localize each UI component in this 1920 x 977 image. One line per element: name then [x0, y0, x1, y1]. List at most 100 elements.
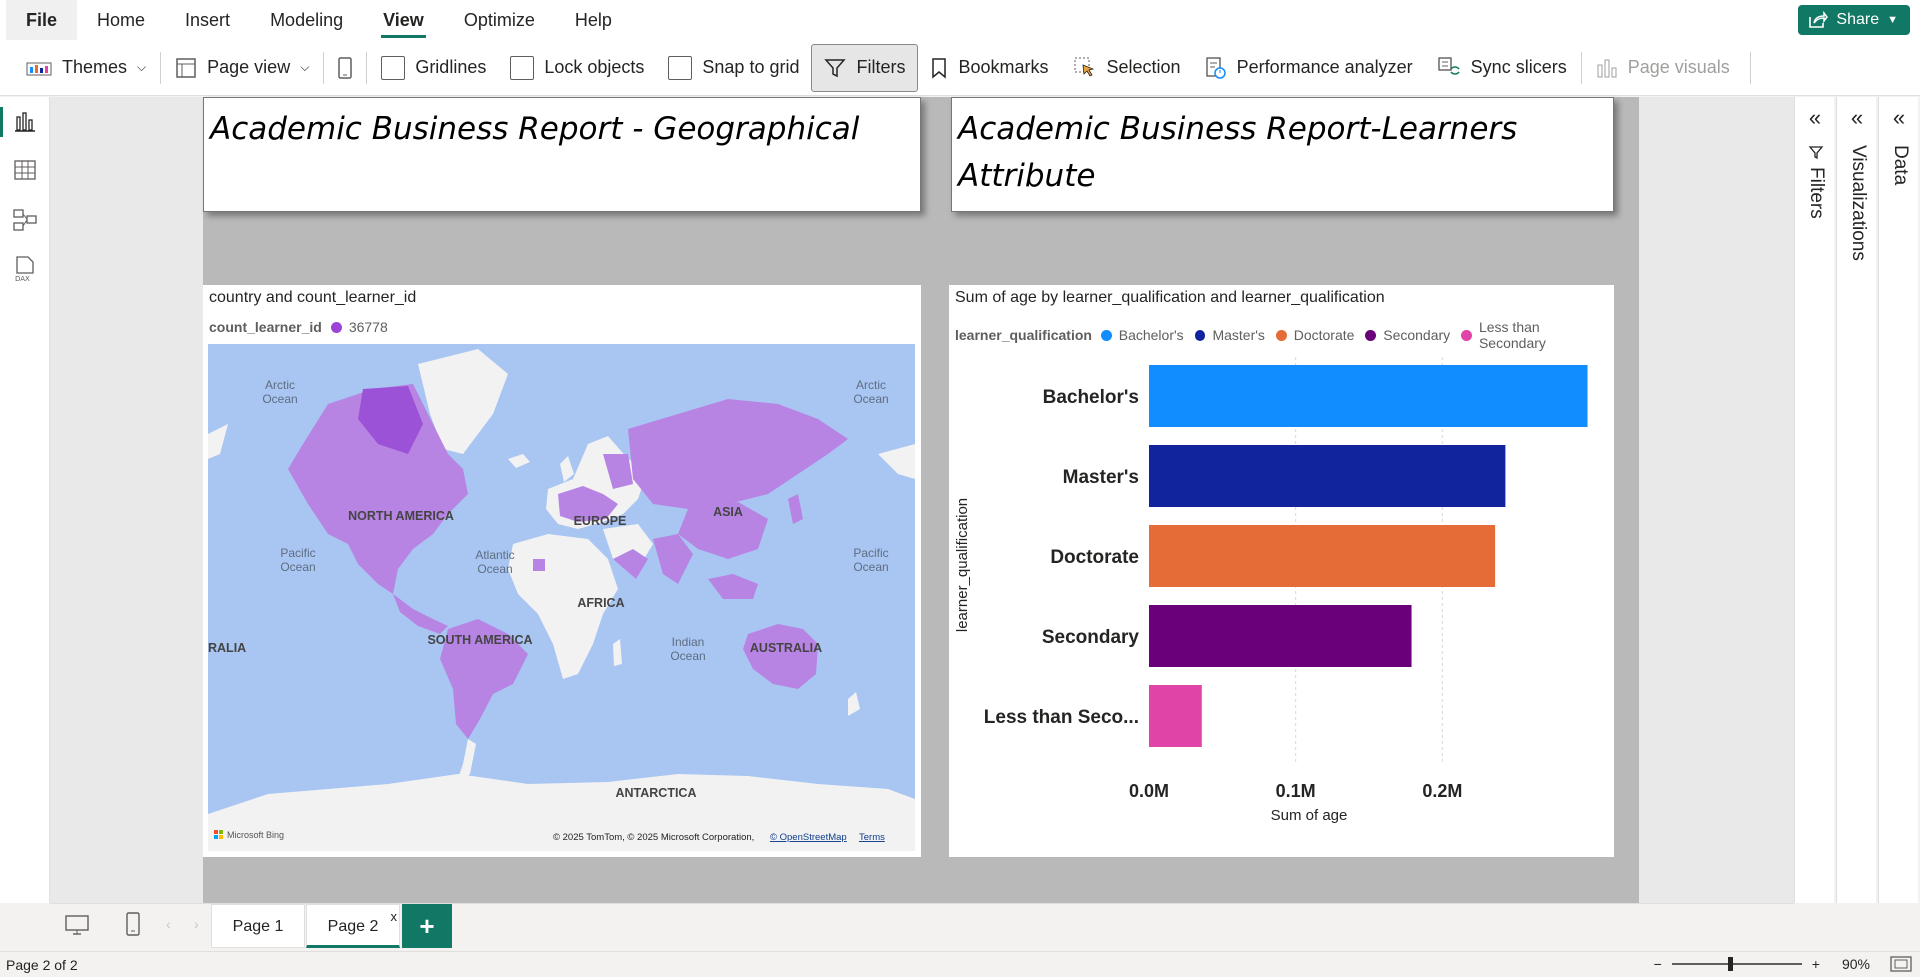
- share-button[interactable]: Share ▼: [1798, 5, 1910, 35]
- indian-ocean-label-l2: Ocean: [670, 649, 705, 663]
- themes-button[interactable]: Themes ⌵: [14, 44, 158, 92]
- close-tab-icon[interactable]: x: [391, 895, 398, 939]
- bar-master-s[interactable]: [1149, 445, 1506, 507]
- gridlines-checkbox[interactable]: [381, 55, 406, 80]
- y-tick-label: Master's: [1063, 467, 1139, 488]
- report-page: Academic Business Report - Geographical …: [203, 97, 1639, 903]
- power-bi-desktop: File Home Insert Modeling View Optimize …: [0, 0, 1920, 977]
- title-line-2: Attribute: [958, 158, 1096, 194]
- double-chevron-left-icon[interactable]: «: [1837, 105, 1877, 131]
- mobile-layout-button[interactable]: [326, 44, 364, 92]
- antarctica-label: ANTARCTICA: [615, 786, 696, 800]
- chevron-down-icon[interactable]: ▼: [1887, 14, 1898, 26]
- active-view-indicator: [0, 107, 3, 137]
- title-textbox-geographical[interactable]: Academic Business Report - Geographical: [203, 97, 921, 212]
- next-page-arrow-icon[interactable]: ›: [194, 916, 199, 932]
- microsoft-logo-icon: [214, 830, 218, 834]
- page-indicator: Page 2 of 2: [6, 957, 78, 973]
- map-visual[interactable]: country and count_learner_id count_learn…: [203, 285, 921, 857]
- report-view-icon[interactable]: [0, 107, 38, 137]
- page-tabs-bar: ‹ › Page 1 Page 2x +: [50, 903, 1794, 951]
- bar-chart-visual[interactable]: Sum of age by learner_qualification and …: [949, 285, 1614, 857]
- atlantic-ocean-label-l1: Atlantic: [475, 548, 514, 562]
- map-legend-value: 36778: [348, 319, 388, 335]
- legend-entry[interactable]: Doctorate: [1294, 327, 1355, 343]
- zoom-slider-thumb[interactable]: [1727, 957, 1733, 971]
- pacific-ocean-label-east-l2: Ocean: [853, 560, 888, 574]
- filters-pane-button[interactable]: Filters: [811, 43, 919, 92]
- double-chevron-left-icon[interactable]: «: [1879, 105, 1919, 131]
- desktop-layout-icon[interactable]: [64, 914, 90, 936]
- bar-less-than-secondary[interactable]: [1149, 685, 1202, 747]
- menu-optimize[interactable]: Optimize: [444, 0, 555, 40]
- legend-entry[interactable]: Master's: [1212, 327, 1264, 343]
- atlantic-ocean-label-l2: Ocean: [477, 562, 512, 576]
- australia-label: AUSTRALIA: [750, 641, 822, 655]
- zoom-in-button[interactable]: +: [1812, 956, 1820, 972]
- menu-modeling[interactable]: Modeling: [250, 0, 363, 40]
- table-view-icon[interactable]: [12, 157, 38, 183]
- title-textbox-learners-attribute[interactable]: Academic Business Report-Learners Attribu…: [951, 97, 1614, 212]
- selection-pane-button[interactable]: Selection: [1061, 44, 1193, 92]
- data-pane-collapsed[interactable]: « Data: [1878, 97, 1918, 903]
- snap-to-grid-toggle[interactable]: Snap to grid: [656, 44, 811, 92]
- performance-analyzer-button[interactable]: Performance analyzer: [1193, 44, 1425, 92]
- legend-entry[interactable]: Secondary: [1383, 327, 1450, 343]
- bar-chart-plot: 0.0M 0.1M 0.2M Bachelor's Master's Doctorate S…: [954, 357, 1588, 824]
- x-tick-label: 0.0M: [1129, 781, 1169, 801]
- pacific-ocean-label-l2: Ocean: [280, 560, 315, 574]
- legend-entry[interactable]: Bachelor's: [1119, 327, 1184, 343]
- visualizations-pane-collapsed[interactable]: « Visualizations: [1836, 97, 1876, 903]
- snap-to-grid-checkbox[interactable]: [668, 55, 693, 80]
- terms-link[interactable]: Terms: [859, 832, 885, 843]
- page-tab-2[interactable]: Page 2x: [306, 904, 400, 948]
- mobile-layout-icon[interactable]: [126, 912, 140, 936]
- status-bar: Page 2 of 2 − + 90%: [0, 951, 1920, 977]
- indian-ocean-label-l1: Indian: [672, 635, 705, 649]
- page-visuals-button[interactable]: Page visuals: [1584, 44, 1742, 92]
- selection-label: Selection: [1106, 57, 1181, 77]
- page-tab-1[interactable]: Page 1: [211, 904, 305, 948]
- share-icon: [1809, 11, 1829, 28]
- gridlines-toggle[interactable]: Gridlines: [369, 44, 498, 92]
- sync-slicers-button[interactable]: Sync slicers: [1425, 44, 1579, 92]
- zoom-slider[interactable]: [1671, 957, 1802, 971]
- report-title-learners-attribute: Academic Business Report-Learners Attribu…: [952, 98, 1613, 208]
- menu-insert[interactable]: Insert: [165, 0, 250, 40]
- filter-icon: [824, 58, 847, 77]
- zoom-out-button[interactable]: −: [1654, 956, 1662, 972]
- lock-objects-label: Lock objects: [544, 57, 645, 77]
- menu-help[interactable]: Help: [555, 0, 632, 40]
- data-pane-label: Data: [1890, 145, 1911, 186]
- performance-analyzer-icon: [1205, 56, 1226, 79]
- zoom-level: 90%: [1841, 956, 1870, 972]
- snap-to-grid-label: Snap to grid: [702, 57, 800, 77]
- fit-to-page-icon[interactable]: [1890, 956, 1912, 972]
- double-chevron-left-icon[interactable]: «: [1795, 105, 1835, 131]
- page-view-button[interactable]: Page view ⌵: [163, 44, 321, 92]
- legend-marker: [1100, 329, 1112, 341]
- y-tick-label: Bachelor's: [1043, 387, 1139, 408]
- previous-page-arrow-icon[interactable]: ‹: [166, 916, 171, 932]
- bing-map[interactable]: Arctic Ocean Arctic Ocean Pacific Ocean …: [208, 344, 915, 851]
- menu-file[interactable]: File: [6, 0, 78, 40]
- bar-doctorate[interactable]: [1149, 525, 1496, 587]
- add-page-button[interactable]: +: [402, 904, 452, 948]
- filters-pane-text: Filters: [1806, 167, 1827, 219]
- filters-pane-collapsed[interactable]: « Filters: [1794, 97, 1834, 903]
- zoom-control: − + 90%: [1654, 956, 1912, 972]
- lock-objects-toggle[interactable]: Lock objects: [498, 44, 656, 92]
- bar-bachelor-s[interactable]: [1149, 365, 1588, 427]
- lock-objects-checkbox[interactable]: [510, 55, 535, 80]
- y-tick-label: Less than Seco...: [984, 707, 1139, 728]
- arctic-ocean-label-l1: Arctic: [265, 378, 295, 392]
- model-view-icon[interactable]: [12, 207, 38, 233]
- dax-query-view-icon[interactable]: DAX: [12, 255, 38, 283]
- openstreetmap-link[interactable]: © OpenStreetMap: [770, 832, 847, 843]
- menu-home[interactable]: Home: [77, 0, 165, 40]
- africa-highlight-region: [533, 559, 545, 571]
- bar-secondary[interactable]: [1149, 605, 1412, 667]
- filters-label: Filters: [856, 57, 906, 77]
- bookmarks-pane-button[interactable]: Bookmarks: [918, 44, 1060, 92]
- menu-view[interactable]: View: [363, 0, 444, 40]
